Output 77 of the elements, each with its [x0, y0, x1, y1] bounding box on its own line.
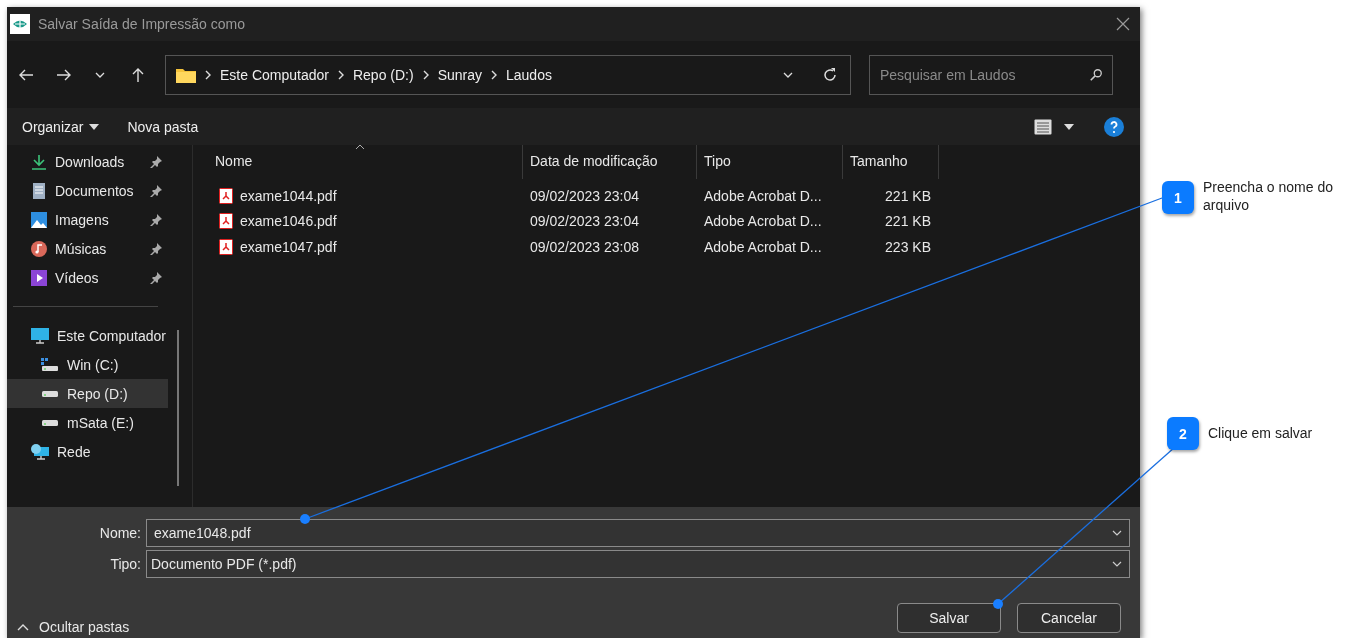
field-value: Documento PDF (*.pdf)	[151, 556, 297, 572]
caret-icon[interactable]	[1064, 123, 1074, 130]
field-label: Nome:	[98, 525, 142, 541]
chevron-up-icon	[17, 623, 29, 631]
video-icon	[31, 269, 47, 286]
app-logo-icon	[10, 14, 30, 34]
pdf-file-icon	[219, 213, 233, 230]
column-header[interactable]: Tamanho	[843, 145, 939, 179]
scrollbar[interactable]	[177, 330, 179, 486]
up-arrow-icon[interactable]	[130, 66, 146, 83]
column-header[interactable]: Data de modificação	[523, 145, 697, 179]
step-number-badge: 1	[1162, 181, 1194, 214]
callout-text: Clique em salvar	[1208, 424, 1314, 442]
callout-text: Preencha o nome do arquivo	[1203, 178, 1334, 214]
monitor-icon	[31, 327, 49, 344]
table-cell-text: Adobe Acrobat D...	[703, 213, 823, 230]
column-header[interactable]: Nome	[208, 145, 523, 179]
save-button[interactable]: Salvar	[897, 603, 1001, 633]
table-cell-text: 09/02/2023 23:04	[529, 213, 640, 230]
breadcrumb-item[interactable]: Este Computador	[220, 66, 329, 83]
refresh-icon[interactable]	[822, 66, 838, 83]
sidebar-item[interactable]: Este Computador	[7, 321, 168, 350]
chevron-right-icon	[421, 69, 430, 80]
pdf-file-icon	[219, 238, 233, 255]
address-bar[interactable]: Este Computador Repo (D:) Sunray Laudos	[165, 54, 851, 95]
sidebar-item[interactable]: Músicas	[7, 234, 168, 263]
table-cell-text: 09/02/2023 23:04	[529, 187, 640, 204]
field-value: exame1048.pdf	[154, 525, 251, 541]
chevron-right-icon	[204, 69, 212, 80]
breadcrumb-item[interactable]: Sunray	[437, 66, 482, 83]
chevron-right-icon	[336, 69, 345, 80]
table-cell-text: 223 KB	[884, 238, 932, 255]
sidebar-item[interactable]: Rede	[7, 437, 168, 466]
table-cell-text: 221 KB	[884, 213, 932, 230]
file-name[interactable]: exame1046.pdf	[240, 213, 337, 230]
table-cell-text: 09/02/2023 23:08	[529, 238, 640, 255]
search-field[interactable]: Pesquisar em Laudos	[869, 54, 1113, 95]
table-cell-text: Adobe Acrobat D...	[703, 187, 823, 204]
network-icon	[31, 443, 49, 460]
table-cell-text: 221 KB	[884, 187, 932, 204]
sidebar-item[interactable]: Downloads	[7, 147, 168, 176]
sidebar-item[interactable]: Win (C:)	[7, 350, 168, 379]
file-type-dropdown[interactable]: Documento PDF (*.pdf)	[146, 550, 1130, 578]
drive-icon	[41, 389, 59, 398]
sidebar-item[interactable]: Documentos	[7, 176, 168, 205]
download-arrow-icon	[31, 153, 47, 170]
organize-menu-button[interactable]: Organizar	[15, 114, 107, 139]
picture-icon	[31, 211, 47, 228]
folder-icon	[176, 66, 196, 83]
list-view-icon[interactable]	[1034, 118, 1052, 135]
help-icon[interactable]	[1104, 116, 1124, 137]
file-name[interactable]: exame1047.pdf	[240, 238, 337, 255]
caret-icon	[89, 123, 100, 130]
drive-icon	[41, 357, 59, 372]
step-number-badge: 2	[1167, 417, 1199, 450]
document-icon	[31, 182, 47, 199]
sidebar-item[interactable]: Repo (D:)	[7, 379, 168, 408]
window-title: Salvar Saída de Impressão como	[38, 16, 245, 32]
music-note-icon	[31, 240, 47, 257]
field-label: Tipo:	[109, 556, 142, 572]
file-name[interactable]: exame1044.pdf	[240, 187, 337, 204]
sidebar-item[interactable]: Imagens	[7, 205, 168, 234]
sidebar-item[interactable]: mSata (E:)	[7, 408, 168, 437]
column-header[interactable]: Tipo	[697, 145, 843, 179]
pdf-file-icon	[219, 187, 233, 204]
table-cell-text: Adobe Acrobat D...	[703, 238, 823, 255]
file-name-field[interactable]: exame1048.pdf	[146, 519, 1130, 547]
hide-folders-button[interactable]: Ocultar pastas	[13, 617, 134, 637]
new-folder-button[interactable]: Nova pasta	[120, 114, 206, 139]
chevron-right-icon	[490, 69, 498, 80]
breadcrumb-item[interactable]: Laudos	[506, 66, 552, 83]
drive-icon	[41, 418, 59, 427]
breadcrumb-item[interactable]: Repo (D:)	[352, 66, 414, 83]
close-icon[interactable]	[1116, 17, 1130, 31]
search-icon	[1089, 67, 1103, 82]
sidebar-item[interactable]: Vídeos	[7, 263, 168, 292]
cancel-button[interactable]: Cancelar	[1017, 603, 1121, 633]
